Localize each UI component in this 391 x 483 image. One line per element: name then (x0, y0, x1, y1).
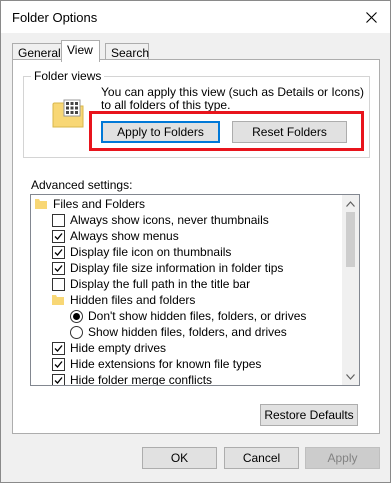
chevron-down-icon (346, 373, 355, 380)
list-item-label: Display file size information in folder … (70, 261, 284, 275)
checkmark-icon (54, 376, 63, 384)
list-item-label: Show hidden files, folders, and drives (88, 325, 287, 339)
scroll-up-button[interactable] (342, 195, 359, 212)
list-item-label: Always show icons, never thumbnails (70, 213, 269, 227)
list-item-label: Hide empty drives (70, 341, 167, 355)
checkbox[interactable] (52, 261, 65, 275)
apply-button[interactable]: Apply (305, 447, 380, 469)
radio-button[interactable] (70, 325, 83, 339)
list-item: Hidden files and folders (52, 292, 195, 308)
folder-icon (35, 199, 47, 209)
vertical-scrollbar[interactable] (342, 195, 359, 385)
scroll-down-button[interactable] (342, 368, 359, 385)
checkmark-icon (54, 344, 63, 352)
reset-folders-button[interactable]: Reset Folders (232, 121, 347, 143)
radio-button[interactable] (70, 309, 83, 323)
list-item[interactable]: Always show icons, never thumbnails (52, 212, 269, 228)
folder-views-description: You can apply this view (such as Details… (101, 85, 365, 112)
advanced-settings-label: Advanced settings: (31, 178, 133, 192)
checkbox[interactable] (52, 229, 65, 243)
radio-dot (73, 312, 80, 320)
list-item[interactable]: Display the full path in the title bar (52, 276, 250, 292)
scroll-thumb[interactable] (346, 212, 355, 267)
checkbox[interactable] (52, 357, 65, 371)
checkmark-icon (54, 248, 63, 256)
advanced-settings-list[interactable]: Files and Folders Always show icons, nev… (30, 194, 360, 386)
list-item[interactable]: Don't show hidden files, folders, or dri… (70, 308, 306, 324)
list-item[interactable]: Always show menus (52, 228, 179, 244)
list-item-label: Always show menus (70, 229, 179, 243)
checkmark-icon (54, 232, 63, 240)
folder-icon (52, 295, 64, 305)
list-item-label: Hide folder merge conflicts (70, 373, 213, 386)
close-icon (365, 11, 377, 23)
checkbox[interactable] (52, 277, 65, 291)
list-item[interactable]: Hide folder merge conflicts (52, 372, 213, 386)
folder-options-dialog: Folder Options General View Search Folde… (0, 0, 391, 483)
apply-to-folders-button[interactable]: Apply to Folders (101, 121, 220, 143)
folder-view-icon (52, 99, 84, 128)
list-item-label: Don't show hidden files, folders, or dri… (88, 309, 307, 323)
tab-view[interactable]: View (61, 40, 100, 62)
list-item-label: Hidden files and folders (70, 293, 196, 307)
list-item-label: Hide extensions for known file types (70, 357, 262, 371)
title-bar: Folder Options (1, 1, 390, 33)
list-item: Files and Folders (35, 196, 145, 212)
list-item-label: Files and Folders (53, 197, 146, 211)
ok-button[interactable]: OK (142, 447, 217, 469)
list-item[interactable]: Hide extensions for known file types (52, 356, 261, 372)
checkmark-icon (54, 264, 63, 272)
checkbox[interactable] (52, 245, 65, 259)
checkbox[interactable] (52, 373, 65, 385)
close-button[interactable] (360, 6, 382, 28)
view-tab-panel: Folder views You can apply this view (su… (12, 59, 380, 434)
list-item[interactable]: Display file size information in folder … (52, 260, 283, 276)
list-item[interactable]: Display file icon on thumbnails (52, 244, 231, 260)
checkmark-icon (54, 360, 63, 368)
checkbox[interactable] (52, 341, 65, 355)
list-item[interactable]: Hide empty drives (52, 340, 166, 356)
cancel-button[interactable]: Cancel (224, 447, 299, 469)
list-item[interactable]: Show hidden files, folders, and drives (70, 324, 287, 340)
list-item-label: Display the full path in the title bar (70, 277, 251, 291)
restore-defaults-button[interactable]: Restore Defaults (260, 404, 358, 426)
chevron-up-icon (346, 200, 355, 207)
list-item-label: Display file icon on thumbnails (70, 245, 232, 259)
checkbox[interactable] (52, 213, 65, 227)
window-title: Folder Options (12, 10, 98, 25)
folder-views-label: Folder views (31, 69, 105, 83)
